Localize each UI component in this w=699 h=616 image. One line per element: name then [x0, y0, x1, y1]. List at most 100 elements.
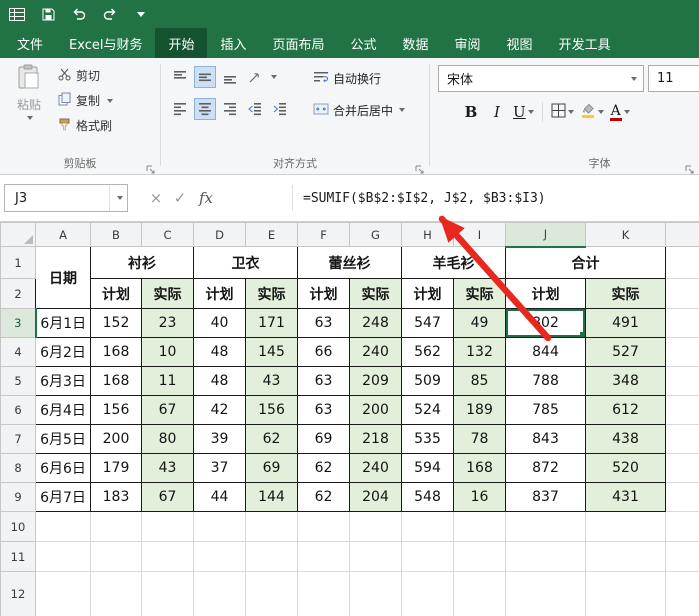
cell-I6[interactable]: 189	[454, 396, 506, 425]
cell-C5[interactable]: 11	[142, 367, 194, 396]
cell-I11[interactable]	[454, 542, 506, 572]
cell-C4[interactable]: 10	[142, 338, 194, 367]
cell-E3[interactable]: 171	[246, 309, 298, 338]
cell-L4[interactable]	[666, 338, 699, 367]
cell-G4[interactable]: 240	[350, 338, 402, 367]
cell-L5[interactable]	[666, 367, 699, 396]
cell-K4[interactable]: 527	[586, 338, 666, 367]
cell-B9[interactable]: 183	[91, 483, 142, 512]
cell-L7[interactable]	[666, 425, 699, 454]
fill-handle[interactable]	[580, 332, 585, 337]
cell-J7[interactable]: 843	[506, 425, 586, 454]
cell-C7[interactable]: 80	[142, 425, 194, 454]
cell-K7[interactable]: 438	[586, 425, 666, 454]
cell-E5[interactable]: 43	[246, 367, 298, 396]
cell-E12[interactable]	[246, 572, 298, 616]
fill-color-button[interactable]	[577, 100, 607, 124]
cell-E6[interactable]: 156	[246, 396, 298, 425]
cell-D4[interactable]: 48	[194, 338, 246, 367]
cell-B6[interactable]: 156	[91, 396, 142, 425]
cell-E8[interactable]: 69	[246, 454, 298, 483]
cell-J12[interactable]	[506, 572, 586, 616]
cell-F7[interactable]: 69	[298, 425, 350, 454]
cell-D10[interactable]	[194, 512, 246, 542]
cell-group-header-3[interactable]: 羊毛衫	[402, 247, 506, 279]
cell-G12[interactable]	[350, 572, 402, 616]
cell-C3[interactable]: 23	[142, 309, 194, 338]
row-header-2[interactable]: 2	[1, 279, 36, 309]
align-center-button[interactable]	[194, 98, 216, 120]
cell-D8[interactable]: 37	[194, 454, 246, 483]
italic-button[interactable]: I	[484, 100, 510, 124]
cell-F11[interactable]	[298, 542, 350, 572]
cell-L8[interactable]	[666, 454, 699, 483]
cell-plan-header-0[interactable]: 计划	[91, 279, 142, 309]
cell-J9[interactable]: 837	[506, 483, 586, 512]
cell-J6[interactable]: 785	[506, 396, 586, 425]
name-box[interactable]: J3	[4, 184, 128, 212]
orientation-button[interactable]	[244, 66, 266, 88]
paste-button[interactable]: 粘贴	[6, 64, 52, 120]
font-dialog-launcher[interactable]	[684, 159, 695, 170]
cell-K5[interactable]: 348	[586, 367, 666, 396]
cell-H11[interactable]	[402, 542, 454, 572]
cell-H10[interactable]	[402, 512, 454, 542]
cell-C8[interactable]: 43	[142, 454, 194, 483]
row-header-4[interactable]: 4	[1, 338, 36, 367]
cell-G10[interactable]	[350, 512, 402, 542]
cell-C12[interactable]	[142, 572, 194, 616]
row-header-12[interactable]: 12	[1, 572, 36, 616]
redo-button[interactable]	[101, 5, 119, 23]
cell-actual-header-1[interactable]: 实际	[246, 279, 298, 309]
column-header-F[interactable]: F	[298, 223, 350, 247]
column-header-H[interactable]: H	[402, 223, 454, 247]
ribbon-tab-1[interactable]: Excel与财务	[56, 28, 155, 58]
borders-button[interactable]	[548, 100, 577, 124]
row-header-10[interactable]: 10	[1, 512, 36, 542]
cell-F8[interactable]: 62	[298, 454, 350, 483]
cell-J5[interactable]: 788	[506, 367, 586, 396]
cell-H3[interactable]: 547	[402, 309, 454, 338]
cell-B10[interactable]	[91, 512, 142, 542]
cell-K10[interactable]	[586, 512, 666, 542]
cell-D5[interactable]: 48	[194, 367, 246, 396]
cell-F4[interactable]: 66	[298, 338, 350, 367]
cell-E4[interactable]: 145	[246, 338, 298, 367]
row-header-1[interactable]: 1	[1, 247, 36, 279]
name-box-dropdown[interactable]	[109, 185, 127, 211]
cell-G6[interactable]: 200	[350, 396, 402, 425]
cell-group-header-1[interactable]: 卫衣	[194, 247, 298, 279]
cell-I3[interactable]: 49	[454, 309, 506, 338]
column-header-E[interactable]: E	[246, 223, 298, 247]
cell-B12[interactable]	[91, 572, 142, 616]
cell-D3[interactable]: 40	[194, 309, 246, 338]
row-header-7[interactable]: 7	[1, 425, 36, 454]
cell-plan-header-1[interactable]: 计划	[194, 279, 246, 309]
ribbon-tab-2[interactable]: 开始	[155, 28, 207, 58]
cell-B4[interactable]: 168	[91, 338, 142, 367]
ribbon-tab-0[interactable]: 文件	[4, 28, 56, 58]
cell-B11[interactable]	[91, 542, 142, 572]
cell-K3[interactable]: 491	[586, 309, 666, 338]
cell-C10[interactable]	[142, 512, 194, 542]
cell-H6[interactable]: 524	[402, 396, 454, 425]
cell-L11[interactable]	[666, 542, 699, 572]
cell-G5[interactable]: 209	[350, 367, 402, 396]
row-header-5[interactable]: 5	[1, 367, 36, 396]
undo-button[interactable]	[70, 5, 88, 23]
cell-plan-header-3[interactable]: 计划	[402, 279, 454, 309]
cell-D6[interactable]: 42	[194, 396, 246, 425]
cell-D7[interactable]: 39	[194, 425, 246, 454]
cell-G3[interactable]: 248	[350, 309, 402, 338]
cell-A3[interactable]: 6月1日	[36, 309, 91, 338]
column-header-K[interactable]: K	[586, 223, 666, 247]
cell-actual-header-3[interactable]: 实际	[454, 279, 506, 309]
cell-K12[interactable]	[586, 572, 666, 616]
select-all-button[interactable]	[1, 223, 36, 247]
ribbon-tab-8[interactable]: 视图	[494, 28, 546, 58]
cell-E10[interactable]	[246, 512, 298, 542]
column-header-J[interactable]: J	[506, 223, 586, 247]
align-bottom-button[interactable]	[219, 66, 241, 88]
cell-L9[interactable]	[666, 483, 699, 512]
cell-G7[interactable]: 218	[350, 425, 402, 454]
